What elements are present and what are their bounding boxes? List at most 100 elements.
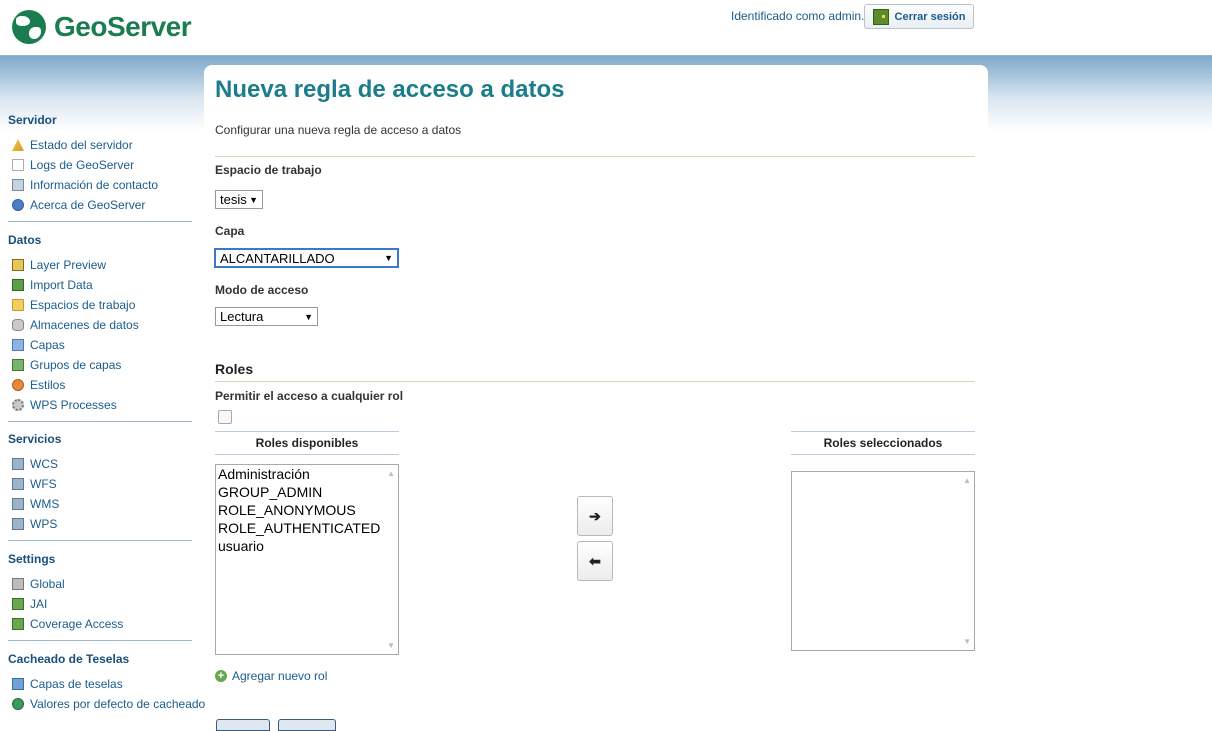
sidebar-item-wms[interactable]: WMS <box>12 497 59 511</box>
plus-icon: + <box>215 670 227 682</box>
sidebar-item-label: WFS <box>30 477 57 491</box>
sidebar-item-wfs[interactable]: WFS <box>12 477 57 491</box>
workspace-select[interactable]: tesis ▼ <box>215 190 263 209</box>
sidebar-item-global[interactable]: Global <box>12 577 65 591</box>
sidebar-item-espacios-de-trabajo[interactable]: Espacios de trabajo <box>12 298 135 312</box>
service-icon <box>12 498 24 510</box>
sidebar-item-label: Global <box>30 577 65 591</box>
database-icon <box>12 319 24 331</box>
scroll-up-icon[interactable]: ▲ <box>963 476 971 485</box>
selected-roles-header: Roles seleccionados <box>791 431 975 455</box>
sidebar-item-label: Estilos <box>30 378 66 392</box>
add-role-button[interactable]: ➔ <box>577 496 613 536</box>
access-mode-select[interactable]: Lectura ▼ <box>215 307 318 326</box>
logout-button[interactable]: Cerrar sesión <box>864 4 974 29</box>
sidebar-item-layer-preview[interactable]: Layer Preview <box>12 258 106 272</box>
sidebar-item-wps[interactable]: WPS <box>12 517 57 531</box>
sidebar-item-acerca-de-geoserver[interactable]: Acerca de GeoServer <box>12 198 145 212</box>
sidebar-divider <box>8 640 192 641</box>
header: GeoServer Identificado como admin. Cerra… <box>0 0 1212 56</box>
door-icon <box>872 8 889 25</box>
role-option[interactable]: GROUP_ADMIN <box>216 483 398 501</box>
import-icon <box>12 279 24 291</box>
sidebar-item-label: Import Data <box>30 278 93 292</box>
sidebar-item-label: Grupos de capas <box>30 358 122 372</box>
sidebar-item-label: Valores por defecto de cacheado <box>30 697 206 711</box>
sidebar-item-estado-del-servidor[interactable]: Estado del servidor <box>12 138 133 152</box>
cancel-button[interactable] <box>278 719 336 731</box>
roles-section-title: Roles <box>215 361 254 377</box>
sidebar-item-label: Layer Preview <box>30 258 107 272</box>
info-icon <box>12 199 24 211</box>
sidebar-item-valores-por-defecto-de-cacheado[interactable]: Valores por defecto de cacheado <box>12 697 205 711</box>
sidebar-divider <box>8 421 192 422</box>
sidebar-item-label: Coverage Access <box>30 617 124 631</box>
available-roles-header: Roles disponibles <box>215 431 399 455</box>
gear-icon <box>12 399 24 411</box>
available-roles-items: Administración GROUP_ADMIN ROLE_ANONYMOUS R… <box>216 465 398 555</box>
sidebar-item-logs-de-geoserver[interactable]: Logs de GeoServer <box>12 158 134 172</box>
sidebar-item-label: Acerca de GeoServer <box>30 198 146 212</box>
sidebar-section-title: Cacheado de Teselas <box>8 652 130 666</box>
jai-icon <box>12 598 24 610</box>
sidebar-divider <box>8 221 192 222</box>
role-option[interactable]: usuario <box>216 537 398 555</box>
page-title: Nueva regla de acceso a datos <box>215 76 565 103</box>
scroll-down-icon[interactable]: ▼ <box>387 641 395 650</box>
layer-preview-icon <box>12 259 24 271</box>
sidebar-item-informaci-n-de-contacto[interactable]: Información de contacto <box>12 178 158 192</box>
sidebar-item-wcs[interactable]: WCS <box>12 457 58 471</box>
sidebar-item-coverage-access[interactable]: Coverage Access <box>12 617 123 631</box>
sidebar-item-capas[interactable]: Capas <box>12 338 65 352</box>
sidebar-item-almacenes-de-datos[interactable]: Almacenes de datos <box>12 318 139 332</box>
sidebar-item-import-data[interactable]: Import Data <box>12 278 93 292</box>
any-role-label: Permitir el acceso a cualquier rol <box>215 389 404 403</box>
sidebar-item-estilos[interactable]: Estilos <box>12 378 65 392</box>
sidebar-item-capas-de-teselas[interactable]: Capas de teselas <box>12 677 123 691</box>
sidebar-item-grupos-de-capas[interactable]: Grupos de capas <box>12 358 121 372</box>
sidebar-item-label: Capas <box>30 338 65 352</box>
role-option[interactable]: ROLE_ANONYMOUS <box>216 501 398 519</box>
remove-role-button[interactable]: ⬅ <box>577 541 613 581</box>
tile-layers-icon <box>12 678 24 690</box>
chevron-down-icon: ▼ <box>384 253 393 263</box>
chevron-down-icon: ▼ <box>304 311 313 322</box>
scroll-down-icon[interactable]: ▼ <box>963 637 971 646</box>
sidebar-item-jai[interactable]: JAI <box>12 597 47 611</box>
divider <box>215 381 975 382</box>
service-icon <box>12 458 24 470</box>
layer-select[interactable]: ALCANTARILLADO ▼ <box>214 248 399 268</box>
scroll-up-icon[interactable]: ▲ <box>387 469 395 478</box>
geoserver-logo[interactable]: GeoServer <box>12 10 192 44</box>
add-new-role-link[interactable]: + Agregar nuevo rol <box>215 669 327 683</box>
workspace-value: tesis <box>220 192 247 207</box>
layer-group-icon <box>12 359 24 371</box>
selected-roles-list[interactable]: ▲ ▼ <box>791 471 975 651</box>
sidebar-item-label: WMS <box>30 497 60 511</box>
save-button[interactable] <box>216 719 270 731</box>
sidebar-item-wps-processes[interactable]: WPS Processes <box>12 398 117 412</box>
layers-icon <box>12 339 24 351</box>
sidebar-section-title: Datos <box>8 233 42 247</box>
coverage-icon <box>12 618 24 630</box>
document-icon <box>12 159 24 171</box>
arrow-right-icon: ➔ <box>589 507 601 524</box>
page-description: Configurar una nueva regla de acceso a d… <box>215 123 462 137</box>
sidebar-item-label: JAI <box>30 597 48 611</box>
sidebar-item-label: Estado del servidor <box>30 138 133 152</box>
add-new-role-label: Agregar nuevo rol <box>232 669 328 683</box>
chevron-down-icon: ▼ <box>249 194 258 205</box>
role-option[interactable]: Administración <box>216 465 398 483</box>
sidebar-item-label: Almacenes de datos <box>30 318 139 332</box>
service-icon <box>12 478 24 490</box>
access-mode-value: Lectura <box>220 309 264 324</box>
sidebar-item-label: Logs de GeoServer <box>30 158 135 172</box>
sidebar-section-title: Settings <box>8 552 56 566</box>
available-roles-list[interactable]: Administración GROUP_ADMIN ROLE_ANONYMOUS R… <box>215 464 399 655</box>
layer-value: ALCANTARILLADO <box>220 250 335 266</box>
role-option[interactable]: ROLE_AUTHENTICATED <box>216 519 398 537</box>
any-role-checkbox[interactable] <box>218 410 232 424</box>
global-settings-icon <box>12 578 24 590</box>
folder-icon <box>12 299 24 311</box>
sidebar-item-label: WCS <box>30 457 58 471</box>
